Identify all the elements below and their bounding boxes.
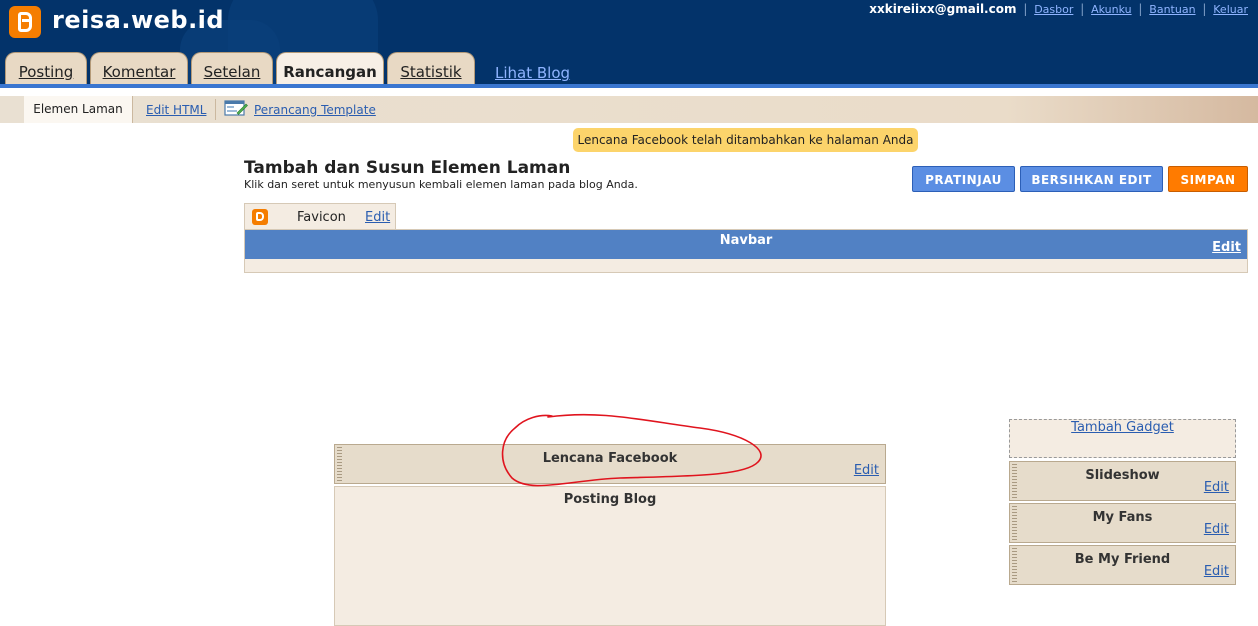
tab-label: Setelan [203, 63, 261, 81]
favicon-label: Favicon [297, 210, 346, 225]
be-my-friend-gadget[interactable]: Be My Friend Edit [1009, 545, 1236, 585]
account-email: xxkireiixx@gmail.com [869, 2, 1017, 16]
blog-posts-section: Posting Blog [334, 486, 886, 626]
navbar-edit-link[interactable]: Edit [1212, 240, 1241, 255]
separator: | [1023, 2, 1028, 16]
gadget-label: Slideshow [1085, 468, 1160, 483]
page-title: Tambah dan Susun Elemen Laman [244, 158, 571, 178]
tab-setelan[interactable]: Setelan [191, 52, 273, 84]
tab-komentar[interactable]: Komentar [90, 52, 188, 84]
gadget-edit-link[interactable]: Edit [1204, 564, 1229, 579]
success-notice: Lencana Facebook telah ditambahkan ke ha… [573, 128, 918, 152]
favicon-gadget: Favicon Edit [244, 203, 396, 230]
divider [215, 99, 216, 120]
navbar-section: Navbar Edit [244, 229, 1248, 273]
add-gadget-link[interactable]: Tambah Gadget [1071, 420, 1174, 435]
account-link[interactable]: Akunku [1091, 3, 1132, 16]
add-gadget-box: Tambah Gadget [1009, 419, 1236, 458]
save-button[interactable]: SIMPAN [1168, 166, 1248, 192]
tab-label: Posting [18, 63, 74, 81]
separator: | [1202, 2, 1207, 16]
sign-out-link[interactable]: Keluar [1213, 3, 1248, 16]
blogger-favicon-icon [252, 209, 268, 225]
blogger-header: reisa.web.id xxkireiixx@gmail.com | Dasb… [0, 0, 1258, 84]
gadget-edit-link[interactable]: Edit [1204, 480, 1229, 495]
gadget-edit-link[interactable]: Edit [1204, 522, 1229, 537]
template-designer-icon[interactable] [224, 99, 248, 117]
tab-label: Statistik [400, 63, 462, 81]
tab-label: Rancangan [283, 63, 377, 81]
tab-label: Komentar [102, 63, 176, 81]
gadget-label: Lencana Facebook [542, 451, 678, 466]
clear-edits-button[interactable]: BERSIHKAN EDIT [1020, 166, 1163, 192]
account-links: xxkireiixx@gmail.com | Dasbor | Akunku |… [869, 2, 1248, 16]
subnav-page-elements[interactable]: Elemen Laman [24, 96, 133, 123]
view-blog-link[interactable]: Lihat Blog [495, 64, 570, 82]
layout-subnav: Elemen Laman Edit HTML Perancang Templat… [0, 96, 1258, 123]
tab-posting[interactable]: Posting [5, 52, 87, 84]
header-spacer [0, 88, 1258, 96]
separator: | [1138, 2, 1143, 16]
tab-statistik[interactable]: Statistik [387, 52, 475, 84]
help-link[interactable]: Bantuan [1149, 3, 1195, 16]
dashboard-link[interactable]: Dasbor [1034, 3, 1073, 16]
blogger-logo-icon[interactable] [9, 6, 41, 38]
navbar-gadget: Navbar Edit [245, 230, 1247, 259]
gadget-label: My Fans [1092, 510, 1153, 525]
tab-rancangan[interactable]: Rancangan [276, 52, 384, 84]
my-fans-gadget[interactable]: My Fans Edit [1009, 503, 1236, 543]
site-title: reisa.web.id [52, 6, 225, 34]
subnav-template-designer[interactable]: Perancang Template [254, 103, 376, 117]
page-subtitle: Klik dan seret untuk menyusun kembali el… [244, 178, 638, 191]
subnav-edit-html[interactable]: Edit HTML [146, 103, 206, 117]
blog-posts-label: Posting Blog [563, 492, 657, 507]
gadget-edit-link[interactable]: Edit [854, 463, 879, 478]
separator: | [1080, 2, 1085, 16]
navbar-label: Navbar [719, 233, 773, 248]
favicon-edit-link[interactable]: Edit [365, 210, 390, 225]
preview-button[interactable]: PRATINJAU [912, 166, 1015, 192]
facebook-badge-gadget[interactable]: Lencana Facebook Edit [334, 444, 886, 484]
slideshow-gadget[interactable]: Slideshow Edit [1009, 461, 1236, 501]
gadget-label: Be My Friend [1074, 552, 1171, 567]
